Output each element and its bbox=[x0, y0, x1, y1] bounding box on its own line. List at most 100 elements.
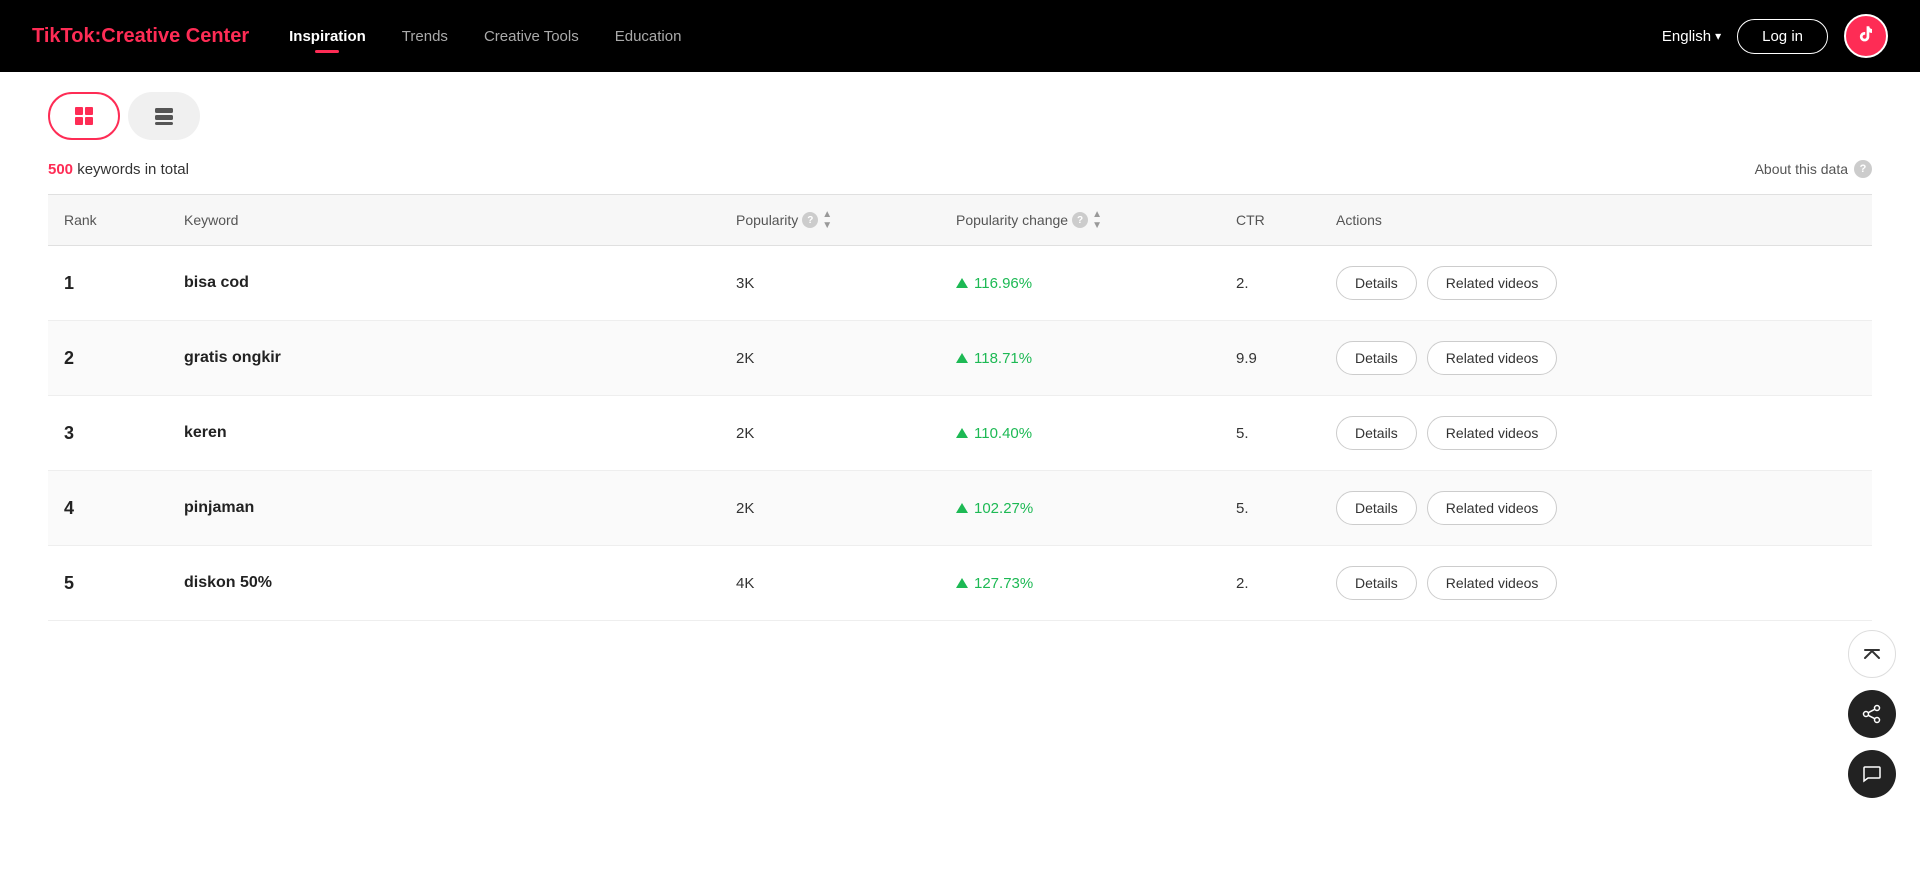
cell-popularity-1: 2K bbox=[720, 350, 940, 367]
cell-pop-change-4: 127.73% bbox=[940, 575, 1220, 592]
details-button-1[interactable]: Details bbox=[1336, 341, 1417, 375]
th-ctr: CTR bbox=[1220, 209, 1320, 231]
th-rank: Rank bbox=[48, 209, 168, 231]
nav-item-trends[interactable]: Trends bbox=[402, 28, 448, 45]
cell-actions-2: Details Related videos bbox=[1320, 416, 1872, 450]
pop-change-value: 118.71% bbox=[974, 350, 1032, 367]
th-actions: Actions bbox=[1320, 209, 1872, 231]
logo-tiktok: TikTok bbox=[32, 25, 95, 47]
table-row: 3 keren 2K 110.40% 5. Details Related vi… bbox=[48, 396, 1872, 471]
th-keyword: Keyword bbox=[168, 209, 720, 231]
header: TikTok:Creative Center Inspiration Trend… bbox=[0, 0, 1920, 72]
chat-icon bbox=[1862, 764, 1882, 784]
details-button-4[interactable]: Details bbox=[1336, 566, 1417, 600]
nav-item-inspiration[interactable]: Inspiration bbox=[289, 28, 366, 45]
popularity-sort-icon[interactable]: ▲▼ bbox=[822, 209, 832, 231]
language-button[interactable]: English ▾ bbox=[1662, 28, 1721, 45]
keywords-count-row: 500 keywords in total About this data ? bbox=[48, 160, 1872, 178]
cell-actions-0: Details Related videos bbox=[1320, 266, 1872, 300]
logo: TikTok:Creative Center bbox=[32, 25, 249, 48]
pop-change-value: 110.40% bbox=[974, 425, 1032, 442]
th-popularity[interactable]: Popularity ? ▲▼ bbox=[720, 209, 940, 231]
table-header: Rank Keyword Popularity ? ▲▼ Popularity … bbox=[48, 194, 1872, 246]
tiktok-logo-icon bbox=[1855, 25, 1877, 47]
cell-popularity-3: 2K bbox=[720, 500, 940, 517]
floating-buttons bbox=[1848, 630, 1896, 798]
share-icon bbox=[1862, 704, 1882, 724]
table-icon bbox=[73, 105, 95, 127]
cell-ctr-4: 2. bbox=[1220, 575, 1320, 592]
card-view-button[interactable] bbox=[128, 92, 200, 140]
avatar-button[interactable] bbox=[1844, 14, 1888, 58]
cell-rank-3: 4 bbox=[48, 498, 168, 519]
table-row: 2 gratis ongkir 2K 118.71% 9.9 Details R… bbox=[48, 321, 1872, 396]
cell-popularity-2: 2K bbox=[720, 425, 940, 442]
table-row: 5 diskon 50% 4K 127.73% 2. Details Relat… bbox=[48, 546, 1872, 621]
cell-rank-0: 1 bbox=[48, 273, 168, 294]
cell-ctr-2: 5. bbox=[1220, 425, 1320, 442]
card-icon bbox=[153, 105, 175, 127]
login-button[interactable]: Log in bbox=[1737, 19, 1828, 54]
pop-change-sort-icon[interactable]: ▲▼ bbox=[1092, 209, 1102, 231]
pop-change-value: 102.27% bbox=[974, 500, 1033, 517]
logo-creative-center: Creative Center bbox=[101, 25, 249, 47]
th-pop-change[interactable]: Popularity change ? ▲▼ bbox=[940, 209, 1220, 231]
related-videos-button-4[interactable]: Related videos bbox=[1427, 566, 1558, 600]
view-toggle bbox=[48, 92, 1872, 140]
up-arrow-icon bbox=[956, 353, 968, 363]
main-content: 500 keywords in total About this data ? … bbox=[0, 72, 1920, 641]
popularity-info-icon: ? bbox=[802, 212, 818, 228]
cell-popularity-0: 3K bbox=[720, 275, 940, 292]
pop-change-value: 127.73% bbox=[974, 575, 1033, 592]
cell-pop-change-3: 102.27% bbox=[940, 500, 1220, 517]
cell-actions-4: Details Related videos bbox=[1320, 566, 1872, 600]
cell-ctr-3: 5. bbox=[1220, 500, 1320, 517]
header-right: English ▾ Log in bbox=[1662, 14, 1888, 58]
details-button-3[interactable]: Details bbox=[1336, 491, 1417, 525]
language-label: English bbox=[1662, 28, 1711, 45]
share-button[interactable] bbox=[1848, 690, 1896, 738]
table-view-button[interactable] bbox=[48, 92, 120, 140]
cell-pop-change-0: 116.96% bbox=[940, 275, 1220, 292]
cell-actions-3: Details Related videos bbox=[1320, 491, 1872, 525]
details-button-0[interactable]: Details bbox=[1336, 266, 1417, 300]
cell-pop-change-2: 110.40% bbox=[940, 425, 1220, 442]
up-arrow-icon bbox=[956, 578, 968, 588]
table-body: 1 bisa cod 3K 116.96% 2. Details Related… bbox=[48, 246, 1872, 621]
related-videos-button-2[interactable]: Related videos bbox=[1427, 416, 1558, 450]
up-arrow-icon bbox=[956, 428, 968, 438]
main-nav: Inspiration Trends Creative Tools Educat… bbox=[289, 28, 1622, 45]
table-row: 1 bisa cod 3K 116.96% 2. Details Related… bbox=[48, 246, 1872, 321]
related-videos-button-3[interactable]: Related videos bbox=[1427, 491, 1558, 525]
info-icon: ? bbox=[1854, 160, 1872, 178]
nav-item-creative-tools[interactable]: Creative Tools bbox=[484, 28, 579, 45]
about-data-link[interactable]: About this data ? bbox=[1755, 160, 1872, 178]
cell-ctr-0: 2. bbox=[1220, 275, 1320, 292]
cell-keyword-3: pinjaman bbox=[168, 499, 720, 517]
cell-rank-1: 2 bbox=[48, 348, 168, 369]
related-videos-button-0[interactable]: Related videos bbox=[1427, 266, 1558, 300]
scroll-top-button[interactable] bbox=[1848, 630, 1896, 678]
cell-keyword-0: bisa cod bbox=[168, 274, 720, 292]
related-videos-button-1[interactable]: Related videos bbox=[1427, 341, 1558, 375]
up-arrow-icon bbox=[956, 278, 968, 288]
cell-keyword-1: gratis ongkir bbox=[168, 349, 720, 367]
chat-button[interactable] bbox=[1848, 750, 1896, 798]
details-button-2[interactable]: Details bbox=[1336, 416, 1417, 450]
count-suffix: keywords in total bbox=[73, 161, 189, 178]
keywords-total: 500 keywords in total bbox=[48, 161, 189, 178]
cell-ctr-1: 9.9 bbox=[1220, 350, 1320, 367]
nav-item-education[interactable]: Education bbox=[615, 28, 682, 45]
cell-actions-1: Details Related videos bbox=[1320, 341, 1872, 375]
cell-pop-change-1: 118.71% bbox=[940, 350, 1220, 367]
cell-keyword-2: keren bbox=[168, 424, 720, 442]
pop-change-info-icon: ? bbox=[1072, 212, 1088, 228]
about-data-label: About this data bbox=[1755, 161, 1848, 177]
cell-keyword-4: diskon 50% bbox=[168, 574, 720, 592]
table-row: 4 pinjaman 2K 102.27% 5. Details Related… bbox=[48, 471, 1872, 546]
cell-rank-4: 5 bbox=[48, 573, 168, 594]
up-arrow-icon bbox=[956, 503, 968, 513]
scroll-top-icon bbox=[1863, 645, 1881, 663]
count-number: 500 bbox=[48, 161, 73, 178]
pop-change-value: 116.96% bbox=[974, 275, 1032, 292]
